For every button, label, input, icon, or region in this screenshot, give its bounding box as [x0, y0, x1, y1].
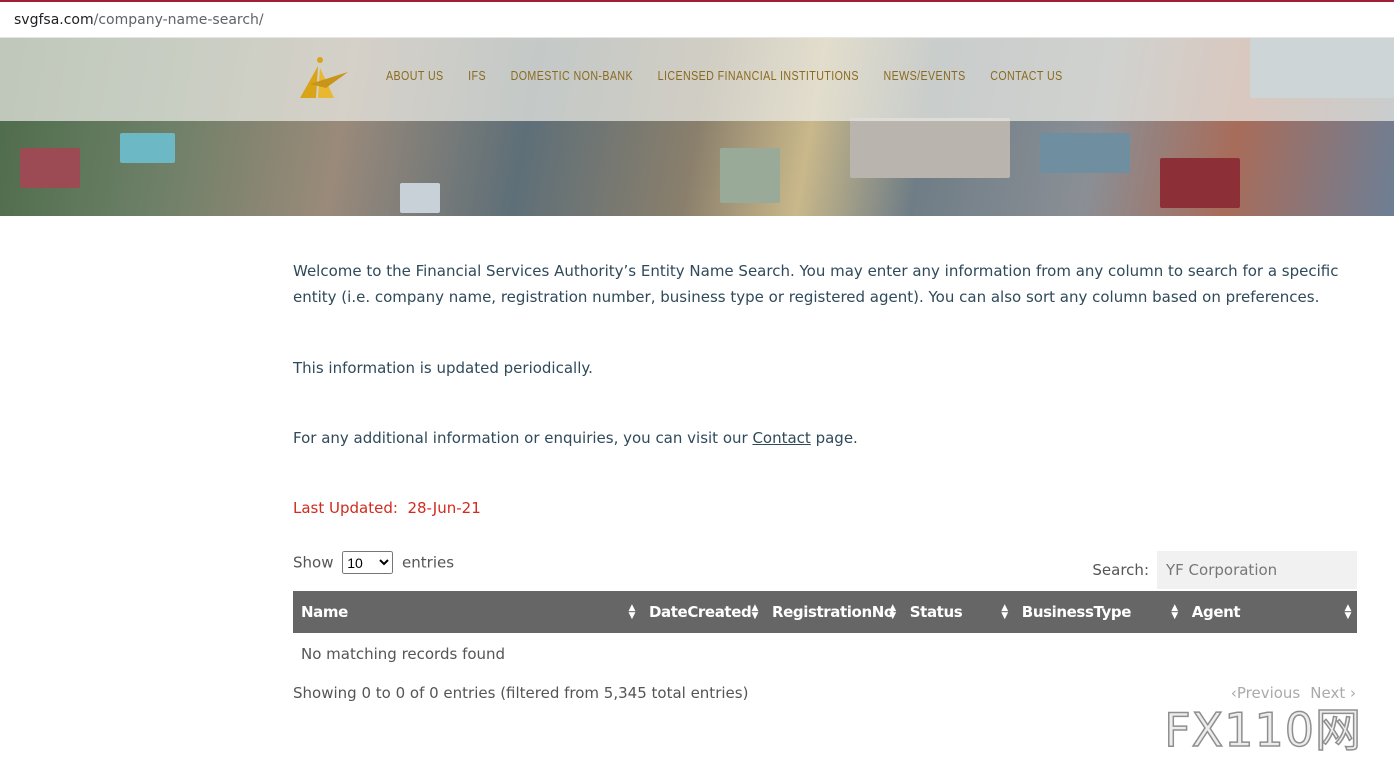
- column-name[interactable]: Name ▲ ▼: [293, 591, 641, 633]
- enquiry-suffix: page.: [810, 429, 858, 447]
- column-label: BusinessType: [1021, 603, 1132, 621]
- nav-licensed-financial-institutions[interactable]: LICENSED FINANCIAL INSTITUTIONS: [658, 68, 859, 83]
- table-controls: Show 10 entries Search:: [293, 551, 1357, 591]
- empty-message: No matching records found: [301, 645, 506, 663]
- sort-icon: ▲ ▼: [1001, 603, 1008, 621]
- search-box: Search:: [1092, 551, 1357, 589]
- nav-ifs[interactable]: IFS: [468, 68, 486, 83]
- intro-section: Welcome to the Financial Services Author…: [293, 258, 1357, 521]
- page-size-select[interactable]: 10: [342, 551, 394, 574]
- last-updated-label: Last Updated:: [293, 499, 398, 517]
- header-banner: ABOUT US IFS DOMESTIC NON-BANK LICENSED …: [0, 38, 1394, 216]
- entries-label: entries: [402, 553, 455, 572]
- next-label: Next: [1310, 684, 1346, 702]
- search-input[interactable]: [1157, 551, 1357, 589]
- contact-link[interactable]: Contact: [752, 429, 810, 447]
- previous-button[interactable]: ‹Previous: [1231, 684, 1300, 702]
- sort-icon: ▲ ▼: [1344, 603, 1351, 621]
- column-label: RegistrationNo: [772, 603, 894, 621]
- column-label: Agent: [1191, 603, 1241, 621]
- table-info: Showing 0 to 0 of 0 entries (filtered fr…: [293, 684, 749, 702]
- enquiry-prefix: For any additional information or enquir…: [293, 429, 753, 447]
- nav-news-events[interactable]: NEWS/EVENTS: [884, 68, 966, 83]
- previous-label: Previous: [1236, 684, 1301, 702]
- column-date-created[interactable]: DateCreated ▲ ▼: [641, 591, 764, 633]
- address-bar[interactable]: svgfsa.com/company-name-search/: [0, 0, 1394, 38]
- enquiry-text: For any additional information or enquir…: [293, 425, 1357, 451]
- nav-domestic-non-bank[interactable]: DOMESTIC NON-BANK: [511, 68, 633, 83]
- search-label: Search:: [1092, 561, 1149, 579]
- sort-icon: ▲ ▼: [1171, 603, 1178, 621]
- watermark-logo: FX110网: [1163, 703, 1362, 757]
- column-label: Name: [301, 603, 348, 621]
- sort-icon: ▲ ▼: [751, 603, 758, 621]
- entity-table: Name ▲ ▼ DateCreated ▲ ▼ RegistrationNo ▲ ▼ St…: [293, 591, 1357, 675]
- nav-about-us[interactable]: ABOUT US: [386, 68, 444, 83]
- intro-text: Welcome to the Financial Services Author…: [293, 262, 1339, 306]
- nav-bar: ABOUT US IFS DOMESTIC NON-BANK LICENSED …: [0, 38, 1394, 121]
- nav-contact-us[interactable]: CONTACT US: [990, 68, 1062, 83]
- url-path: /company-name-search/: [93, 11, 264, 28]
- column-label: Status: [909, 603, 963, 621]
- column-status[interactable]: Status ▲ ▼: [901, 591, 1014, 633]
- last-updated-value: 28-Jun-21: [407, 499, 481, 517]
- column-label: DateCreated: [649, 603, 752, 621]
- show-label: Show: [293, 553, 334, 572]
- column-registration-no[interactable]: RegistrationNo ▲ ▼: [764, 591, 902, 633]
- sort-icon: ▲ ▼: [628, 603, 635, 621]
- url-host: svgfsa.com: [14, 11, 94, 28]
- last-updated: Last Updated: 28-Jun-21: [293, 495, 1357, 521]
- fsa-logo[interactable]: [296, 54, 350, 102]
- column-business-type[interactable]: BusinessType ▲ ▼: [1013, 591, 1184, 633]
- column-agent[interactable]: Agent ▲ ▼: [1183, 591, 1357, 633]
- next-button[interactable]: Next ›: [1310, 684, 1356, 702]
- sort-icon: ▲ ▼: [889, 603, 896, 621]
- pagination: ‹Previous Next ›: [1231, 684, 1356, 702]
- update-note: This information is updated periodically…: [293, 359, 593, 377]
